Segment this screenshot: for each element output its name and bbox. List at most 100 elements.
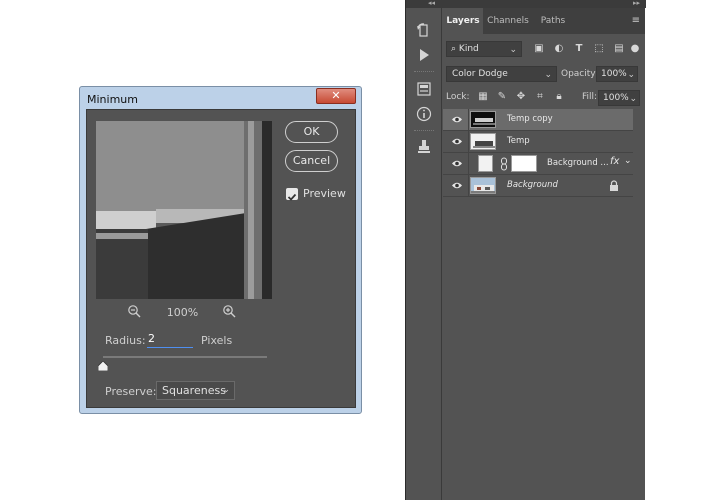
blend-mode-select[interactable]: Color Dodge ⌄: [446, 66, 557, 82]
zoom-level: 100%: [166, 306, 199, 319]
layer-background-filtered[interactable]: Background ... fx ⌄: [443, 153, 633, 175]
ok-button[interactable]: OK: [285, 121, 338, 143]
fill-value: 100%: [603, 93, 629, 103]
layers-panel: Layers Channels Paths ≡ ⌕ Kind ⌄ ▣ ◐ T ⬚…: [443, 8, 645, 500]
chain-link-icon[interactable]: [500, 157, 508, 171]
divider: [468, 109, 469, 131]
collapse-left-icon[interactable]: ◂◂: [428, 0, 435, 7]
search-icon: ⌕: [451, 44, 457, 54]
preview-checkbox[interactable]: [286, 188, 298, 201]
chevron-down-icon: ⌄: [629, 94, 637, 104]
slider-thumb[interactable]: [98, 361, 108, 371]
thumbnail-image: [471, 134, 495, 149]
filter-kind-value: Kind: [458, 44, 479, 54]
checkmark-icon: [287, 193, 297, 201]
filter-toggle-icon[interactable]: ●: [630, 41, 640, 57]
layer-name: Temp copy: [507, 114, 553, 124]
radius-unit: Pixels: [201, 334, 233, 347]
layer-name: Background: [507, 180, 558, 190]
zoom-out-icon[interactable]: [127, 304, 141, 318]
chevron-down-icon: ⌄: [627, 70, 635, 80]
preserve-value: Squareness: [162, 384, 226, 397]
tab-paths[interactable]: Paths: [533, 8, 573, 34]
layer-filter-row: ⌕ Kind ⌄ ▣ ◐ T ⬚ ▤ ●: [446, 41, 646, 59]
fx-icon[interactable]: fx: [610, 156, 619, 167]
layer-name: Temp: [507, 136, 530, 146]
filter-kind-select[interactable]: ⌕ Kind ⌄: [446, 41, 522, 57]
smart-filter-mask-thumbnail: [478, 155, 493, 172]
tab-channels[interactable]: Channels: [483, 8, 533, 34]
lock-position-icon[interactable]: ✥: [514, 90, 528, 104]
preview-label: Preview: [303, 187, 346, 200]
layer-mask-thumbnail[interactable]: [511, 155, 537, 172]
layer-temp-copy[interactable]: Temp copy: [443, 109, 633, 131]
clone-source-icon[interactable]: [414, 138, 434, 156]
layer-thumbnail: [470, 133, 496, 150]
layer-background[interactable]: Background: [443, 175, 633, 197]
layer-name: Background ...: [547, 158, 609, 168]
preserve-select[interactable]: Squareness ⌄: [156, 381, 235, 400]
opacity-input[interactable]: 100% ⌄: [596, 66, 638, 82]
zoom-in-icon[interactable]: [222, 304, 236, 318]
history-icon[interactable]: [414, 22, 434, 40]
fill-input[interactable]: 100% ⌄: [598, 90, 640, 106]
chevron-down-icon: ⌄: [509, 45, 517, 55]
thumbnail-image: [471, 178, 495, 193]
dialog-title: Minimum: [87, 93, 138, 106]
radius-label: Radius:: [105, 334, 146, 347]
lock-fill-row: Lock: ▦ ✎ ✥ ⌗ 🔒︎ Fill: 100% ⌄: [446, 90, 646, 106]
chevron-down-icon: ⌄: [222, 385, 230, 395]
eye-icon[interactable]: [451, 114, 463, 125]
divider: [414, 130, 434, 132]
type-layer-filter-icon[interactable]: T: [572, 41, 586, 57]
eye-icon[interactable]: [451, 180, 463, 191]
tab-layers[interactable]: Layers: [443, 8, 483, 34]
blend-opacity-row: Color Dodge ⌄ Opacity: 100% ⌄: [446, 66, 646, 82]
minimum-dialog: Minimum ✕ 100% OK Cancel Preview Radius:…: [79, 86, 362, 414]
play-actions-icon[interactable]: [414, 46, 434, 64]
lock-transparent-pixels-icon[interactable]: ▦: [476, 90, 490, 104]
layer-thumbnail: [470, 111, 496, 128]
divider: [414, 71, 434, 73]
radius-input[interactable]: 2: [147, 332, 193, 348]
panel-icon-column: [406, 8, 442, 500]
lock-all-icon[interactable]: 🔒︎: [552, 90, 566, 104]
properties-icon[interactable]: [414, 80, 434, 98]
preserve-label: Preserve:: [105, 385, 157, 398]
thumbnail-image: [471, 112, 495, 127]
cancel-button[interactable]: Cancel: [285, 150, 338, 172]
panel-dock: ◂◂ ▸▸ Layers Channels Paths ≡ ⌕ Kind ⌄ ▣…: [405, 0, 646, 500]
dialog-body: 100% OK Cancel Preview Radius: 2 Pixels …: [86, 109, 356, 408]
layer-temp[interactable]: Temp: [443, 131, 633, 153]
close-button[interactable]: ✕: [316, 88, 356, 104]
radius-slider[interactable]: [103, 356, 267, 358]
adjustment-layer-filter-icon[interactable]: ◐: [552, 41, 566, 57]
divider: [468, 153, 469, 175]
opacity-value: 100%: [601, 69, 627, 79]
chevron-down-icon[interactable]: ⌄: [624, 156, 632, 166]
chevron-down-icon: ⌄: [544, 70, 552, 80]
divider: [468, 131, 469, 153]
lock-icon: [610, 180, 618, 191]
preview-photo: [96, 121, 272, 299]
lock-artboard-icon[interactable]: ⌗: [533, 90, 547, 104]
zoom-controls: 100%: [127, 304, 247, 320]
pixel-layer-filter-icon[interactable]: ▣: [532, 41, 546, 57]
opacity-label: Opacity:: [561, 69, 598, 79]
panel-menu-icon[interactable]: ≡: [632, 15, 640, 26]
eye-icon[interactable]: [451, 136, 463, 147]
eye-icon[interactable]: [451, 158, 463, 169]
layer-list: Temp copy Temp Background ... fx ⌄ Backg…: [443, 109, 645, 500]
filter-preview-image[interactable]: [96, 121, 272, 299]
blend-mode-value: Color Dodge: [452, 69, 508, 79]
smart-object-filter-icon[interactable]: ▤: [612, 41, 626, 57]
lock-image-pixels-icon[interactable]: ✎: [495, 90, 509, 104]
fill-label: Fill:: [582, 92, 598, 102]
shape-layer-filter-icon[interactable]: ⬚: [592, 41, 606, 57]
info-icon[interactable]: [414, 105, 434, 123]
collapse-right-icon[interactable]: ▸▸: [633, 0, 640, 7]
divider: [468, 175, 469, 197]
lock-label: Lock:: [446, 92, 470, 102]
panel-tabs: Layers Channels Paths ≡: [443, 8, 645, 34]
dock-top-strip: ◂◂ ▸▸: [406, 0, 646, 8]
